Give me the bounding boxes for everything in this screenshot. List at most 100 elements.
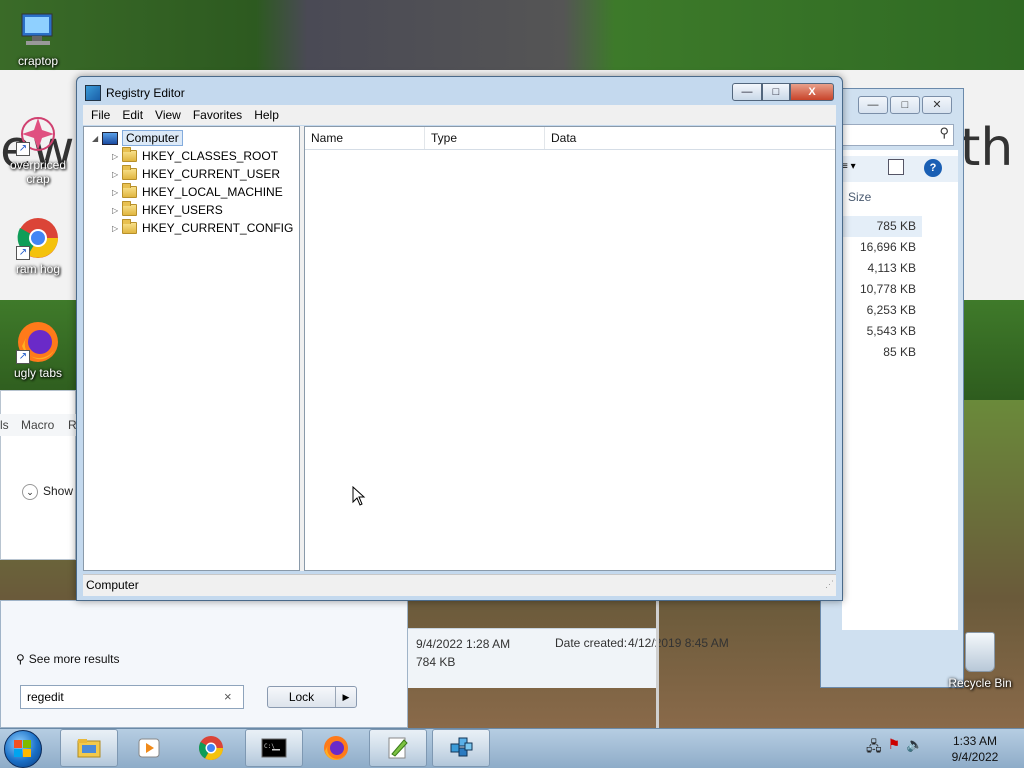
show-toggle[interactable]: ⌄ Show: [22, 484, 73, 500]
search-icon: ⚲: [16, 652, 25, 666]
menu-item[interactable]: ls: [0, 418, 9, 432]
desktop-icon-overpriced-crap[interactable]: ↗ overpriced crap: [0, 112, 76, 186]
background-window-caption-buttons: — □ ✕: [858, 96, 952, 114]
tree-node-label[interactable]: Computer: [122, 130, 183, 146]
menu-item-macro[interactable]: Macro: [21, 418, 54, 432]
tree-node-hkey-current-config[interactable]: ▷ HKEY_CURRENT_CONFIG: [112, 219, 293, 237]
chevron-down-icon: ⌄: [22, 484, 38, 500]
command-prompt-icon: C:\: [261, 738, 287, 758]
desktop-icon-label: ugly tabs: [13, 366, 63, 380]
view-dropdown-icon[interactable]: ≡ ▾: [842, 161, 856, 172]
shortcut-arrow-icon: ↗: [16, 142, 30, 156]
tree-node-hkey-current-user[interactable]: ▷ HKEY_CURRENT_USER: [112, 165, 280, 183]
file-size[interactable]: 10,778 KB: [842, 279, 922, 300]
taskbar-chrome-button[interactable]: [182, 729, 240, 767]
clock-time: 1:33 AM: [952, 734, 998, 748]
taskbar-media-player-button[interactable]: [120, 729, 178, 767]
lock-button[interactable]: Lock ▶: [267, 686, 357, 708]
tree-node-label[interactable]: HKEY_USERS: [142, 203, 223, 217]
action-center-icon[interactable]: ⚑: [888, 736, 901, 760]
expand-arrow-icon[interactable]: ▷: [112, 188, 122, 197]
taskbar-notepad-plus-button[interactable]: [369, 729, 427, 767]
details-date-modified: 9/4/2022 1:28 AM: [416, 637, 511, 651]
desktop-icon-craptop[interactable]: craptop: [0, 8, 76, 68]
close-button[interactable]: X: [790, 83, 834, 101]
network-icon[interactable]: 🖧: [866, 736, 882, 760]
minimize-icon[interactable]: —: [858, 96, 888, 114]
tree-node-hkey-classes-root[interactable]: ▷ HKEY_CLASSES_ROOT: [112, 147, 278, 165]
folder-icon: [122, 165, 137, 180]
clock-date: 9/4/2022: [951, 750, 999, 764]
tree-node-label[interactable]: HKEY_CURRENT_USER: [142, 167, 280, 181]
media-player-icon: [138, 738, 160, 758]
taskbar-clock[interactable]: 1:33 AM 9/4/2022: [940, 733, 1010, 765]
maximize-icon[interactable]: □: [890, 96, 920, 114]
help-icon[interactable]: ?: [924, 159, 942, 177]
tree-node-label[interactable]: HKEY_LOCAL_MACHINE: [142, 185, 283, 199]
desktop-icon-label: ram hog: [15, 262, 61, 276]
folder-icon: [122, 183, 137, 198]
search-icon: ⚲: [939, 125, 949, 140]
show-label: Show: [43, 484, 74, 498]
desktop-icon-ugly-tabs[interactable]: ↗ ugly tabs: [0, 320, 76, 380]
svg-text:C:\: C:\: [264, 743, 275, 750]
minimize-button[interactable]: —: [732, 83, 762, 101]
desktop-icon-recycle-bin[interactable]: Recycle Bin: [940, 632, 1020, 690]
menu-view[interactable]: View: [149, 105, 187, 125]
file-size[interactable]: 4,113 KB: [842, 258, 922, 279]
tree-node-hkey-local-machine[interactable]: ▷ HKEY_LOCAL_MACHINE: [112, 183, 283, 201]
see-more-label: See more results: [28, 652, 120, 666]
taskbar-explorer-button[interactable]: [60, 729, 118, 767]
desktop-icon-ram-hog[interactable]: ↗ ram hog: [0, 216, 76, 276]
close-icon[interactable]: ✕: [922, 96, 952, 114]
column-header-data[interactable]: Data: [545, 127, 835, 149]
chevron-right-icon[interactable]: ▶: [336, 687, 356, 707]
background-app-menubar: ls Macro R: [0, 414, 77, 436]
menu-edit[interactable]: Edit: [116, 105, 149, 125]
volume-icon[interactable]: 🔈: [906, 736, 923, 760]
column-header-name[interactable]: Name: [305, 127, 425, 149]
tree-node-label[interactable]: HKEY_CURRENT_CONFIG: [142, 221, 293, 235]
menu-help[interactable]: Help: [248, 105, 285, 125]
menu-bar: File Edit View Favorites Help: [83, 105, 836, 125]
file-size[interactable]: 785 KB: [842, 216, 922, 237]
tree-node-hkey-users[interactable]: ▷ HKEY_USERS: [112, 201, 223, 219]
see-more-results-link[interactable]: ⚲ See more results: [16, 652, 120, 666]
taskbar-firefox-button[interactable]: [307, 729, 365, 767]
expand-arrow-icon[interactable]: ▷: [112, 152, 122, 161]
preview-pane-icon[interactable]: [888, 159, 904, 175]
system-tray: 🖧 ⚑ 🔈: [866, 736, 924, 760]
registry-editor-window: Registry Editor — □ X File Edit View Fav…: [76, 76, 843, 601]
file-size[interactable]: 16,696 KB: [842, 237, 922, 258]
file-size[interactable]: 5,543 KB: [842, 321, 922, 342]
size-column-header[interactable]: Size: [848, 190, 871, 204]
regedit-icon: [85, 85, 101, 101]
values-list[interactable]: Name Type Data: [304, 126, 836, 571]
resize-grip-icon[interactable]: ⋰: [825, 574, 834, 594]
collapse-arrow-icon[interactable]: ◢: [92, 134, 102, 143]
registry-tree: ◢ Computer ▷ HKEY_CLASSES_ROOT ▷ HKEY_CU…: [83, 126, 300, 571]
maximize-button[interactable]: □: [762, 83, 790, 101]
details-created-label: Date created:: [555, 636, 628, 650]
window-divider: [656, 600, 659, 728]
expand-arrow-icon[interactable]: ▷: [112, 206, 122, 215]
recycle-bin-icon: [965, 632, 995, 672]
folder-icon: [122, 201, 137, 216]
start-search-input[interactable]: regedit: [20, 685, 244, 709]
expand-arrow-icon[interactable]: ▷: [112, 224, 122, 233]
taskbar-regedit-button[interactable]: [432, 729, 490, 767]
expand-arrow-icon[interactable]: ▷: [112, 170, 122, 179]
lock-button-label[interactable]: Lock: [268, 687, 336, 707]
menu-favorites[interactable]: Favorites: [187, 105, 248, 125]
title-bar[interactable]: Registry Editor: [85, 85, 185, 101]
menu-file[interactable]: File: [85, 105, 116, 125]
column-header-type[interactable]: Type: [425, 127, 545, 149]
tree-node-computer[interactable]: ◢ Computer: [92, 129, 183, 147]
file-size[interactable]: 6,253 KB: [842, 300, 922, 321]
taskbar-cmd-button[interactable]: C:\: [245, 729, 303, 767]
explorer-search-input[interactable]: ⚲: [842, 124, 954, 146]
file-size[interactable]: 85 KB: [842, 342, 922, 363]
chrome-icon: ↗: [16, 216, 60, 260]
clear-search-icon[interactable]: ×: [224, 689, 232, 704]
tree-node-label[interactable]: HKEY_CLASSES_ROOT: [142, 149, 278, 163]
